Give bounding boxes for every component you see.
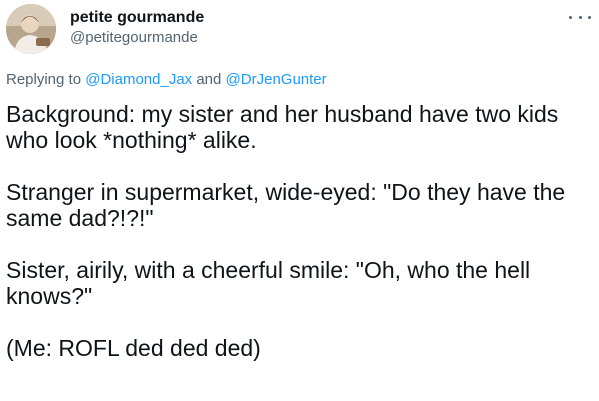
avatar-photo-icon (6, 4, 56, 54)
tweet-card: petite gourmande @petitegourmande Replyi… (0, 0, 599, 401)
tweet-header: petite gourmande @petitegourmande (6, 4, 593, 54)
avatar[interactable] (6, 4, 56, 54)
replying-joiner: and (196, 71, 222, 88)
user-handle[interactable]: @petitegourmande (70, 28, 204, 48)
more-dot (578, 15, 582, 19)
mention-link-drjengunter[interactable]: @DrJenGunter (226, 71, 327, 88)
display-name[interactable]: petite gourmande (70, 8, 204, 28)
author-names: petite gourmande @petitegourmande (70, 8, 204, 48)
replying-prefix: Replying to (6, 71, 82, 88)
tweet-body: Background: my sister and her husband ha… (6, 101, 594, 361)
tweet-paragraph: Stranger in supermarket, wide-eyed: "Do … (6, 179, 566, 231)
tweet-paragraph: Sister, airily, with a cheerful smile: "… (6, 257, 531, 309)
replying-to-line: Replying to @Diamond_Jax and @DrJenGunte… (6, 70, 327, 90)
tweet-paragraph: Background: my sister and her husband ha… (6, 101, 559, 153)
mention-link-diamond-jax[interactable]: @Diamond_Jax (85, 71, 192, 88)
more-dot (569, 15, 572, 19)
more-dot (588, 15, 591, 19)
more-horizontal-icon[interactable] (569, 12, 591, 22)
tweet-paragraph: (Me: ROFL ded ded ded) (6, 335, 261, 361)
